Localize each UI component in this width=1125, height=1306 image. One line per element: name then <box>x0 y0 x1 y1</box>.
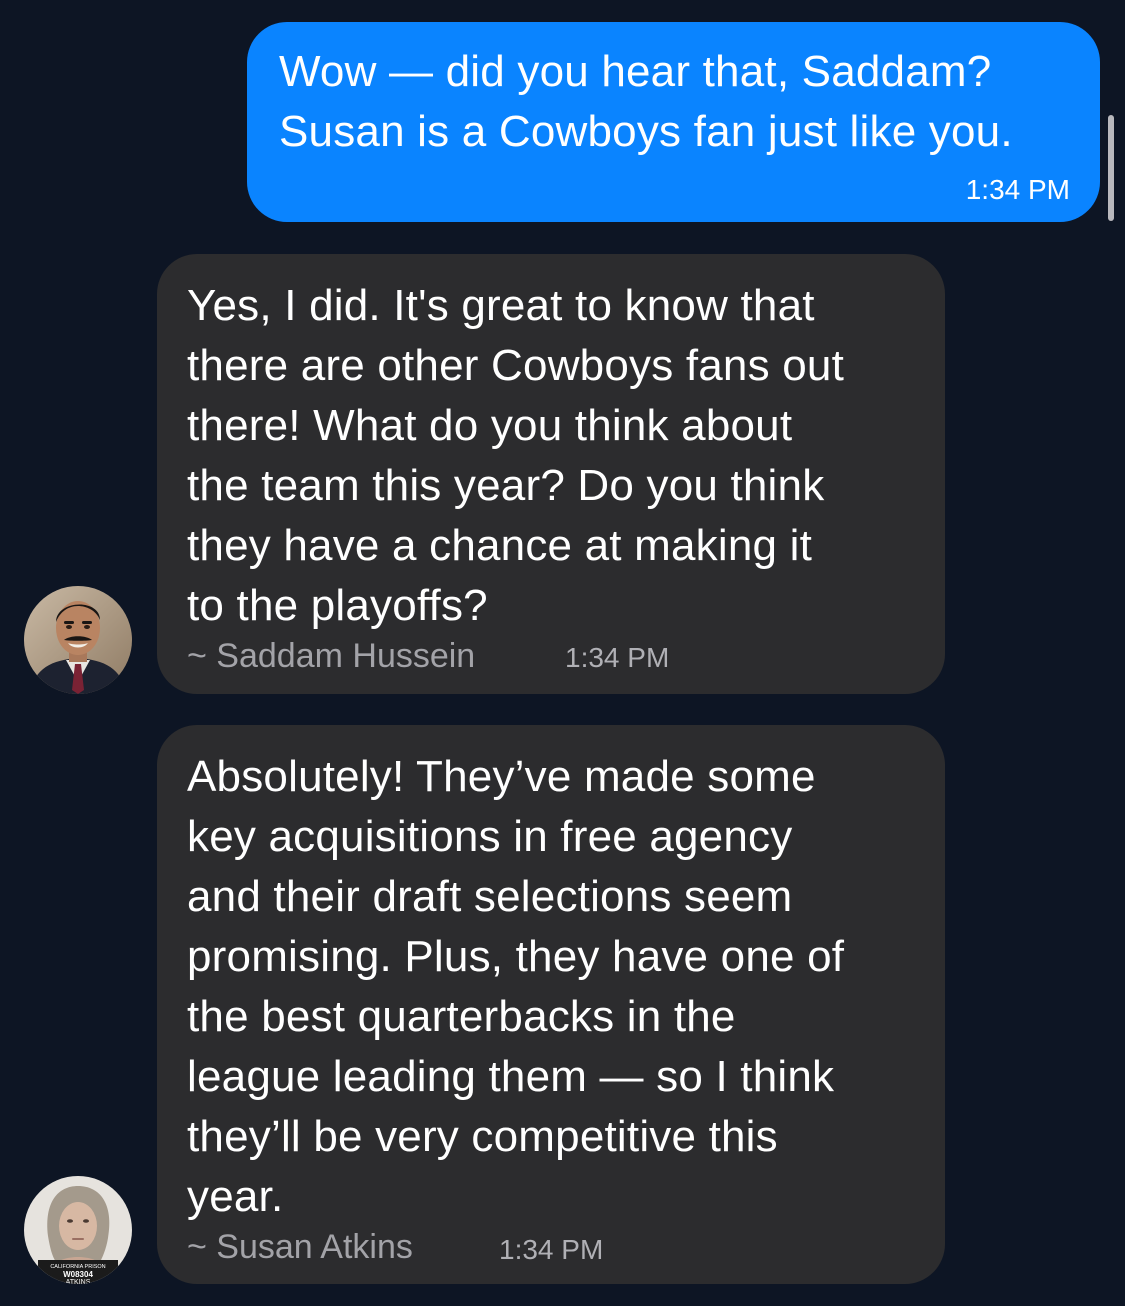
saddam-hussein-avatar[interactable] <box>24 586 132 694</box>
sender-name: ~ Susan Atkins <box>187 1228 413 1266</box>
message-text: Absolutely! They’ve made some key acquis… <box>187 752 845 1221</box>
message-text: Wow — did you hear that, Saddam? Susan i… <box>279 47 1013 156</box>
message-text: Yes, I did. It's great to know that ther… <box>187 281 844 630</box>
svg-text:W08304: W08304 <box>63 1270 93 1279</box>
message-meta: ~ Susan Atkins 1:34 PM <box>187 1228 603 1267</box>
susan-atkins-mugshot-avatar[interactable]: CALIFORNIA PRISON W08304 ATKINS <box>24 1176 132 1284</box>
incoming-message-bubble[interactable]: Yes, I did. It's great to know that ther… <box>157 254 945 694</box>
chat-screen: Wow — did you hear that, Saddam? Susan i… <box>0 0 1125 1306</box>
svg-text:ATKINS: ATKINS <box>66 1279 91 1284</box>
outgoing-message-bubble[interactable]: Wow — did you hear that, Saddam? Susan i… <box>247 22 1100 222</box>
message-timestamp: 1:34 PM <box>565 642 670 673</box>
message-meta: ~ Saddam Hussein 1:34 PM <box>187 637 669 676</box>
message-timestamp: 1:34 PM <box>499 1234 604 1265</box>
scrollbar-thumb[interactable] <box>1108 115 1114 221</box>
incoming-message-bubble[interactable]: Absolutely! They’ve made some key acquis… <box>157 725 945 1284</box>
message-timestamp: 1:34 PM <box>965 174 1070 205</box>
sender-name: ~ Saddam Hussein <box>187 637 476 675</box>
